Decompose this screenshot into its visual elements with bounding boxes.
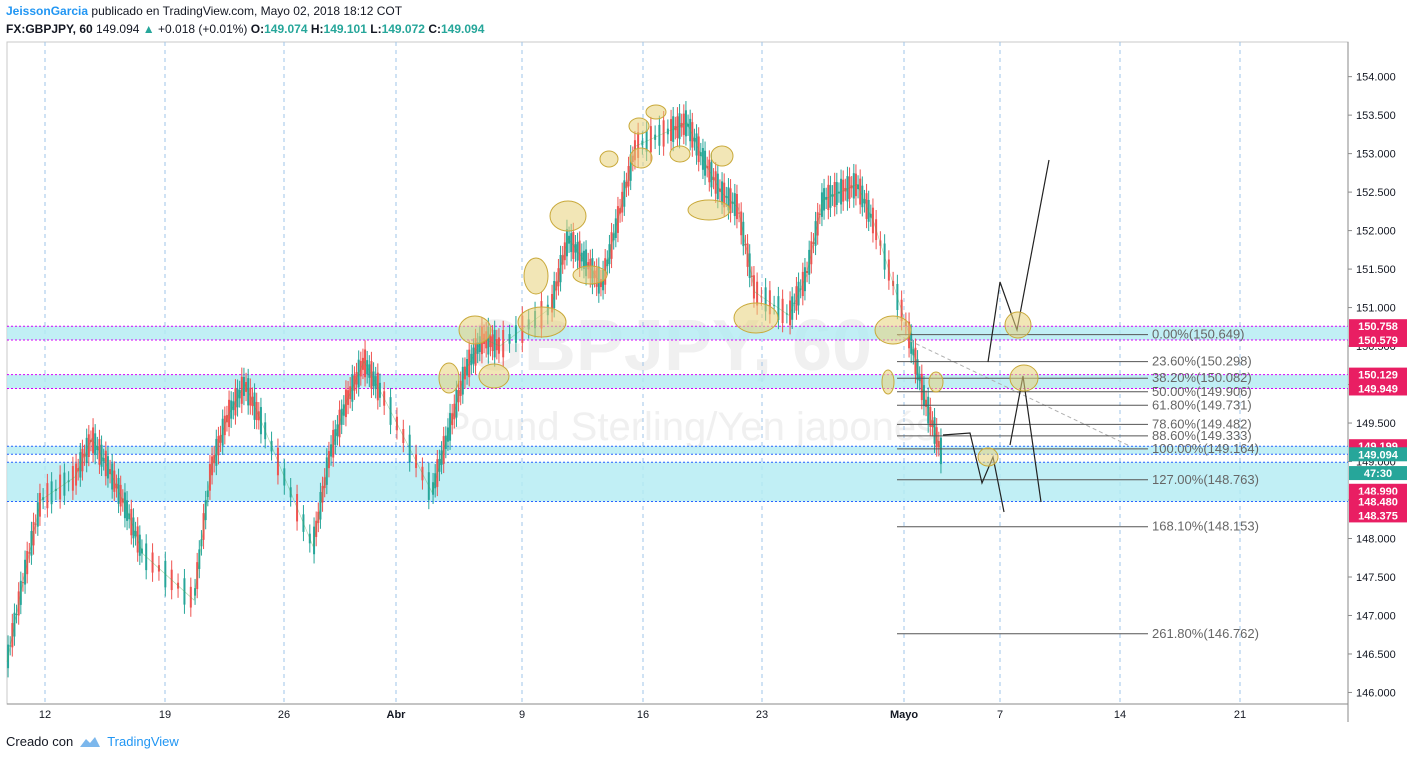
x-tick-label: 23: [756, 709, 768, 721]
watermark-name: Pound Sterling/Yen japonés: [444, 405, 936, 449]
price-tag-label: 150.579: [1358, 335, 1398, 347]
price-tag-label: 148.375: [1358, 510, 1398, 522]
y-tick-label: 148.000: [1356, 534, 1396, 546]
highlight-ellipse: [629, 147, 653, 169]
highlight-ellipse: [977, 447, 999, 467]
price-tag-label: 149.094: [1358, 449, 1399, 461]
highlight-ellipse: [523, 257, 549, 295]
highlight-ellipse: [669, 145, 691, 163]
y-tick-label: 153.000: [1356, 149, 1396, 161]
highlight-ellipse: [1004, 311, 1032, 339]
created-with-label: Creado con: [6, 734, 74, 749]
highlight-ellipse: [687, 199, 731, 221]
tradingview-logo-icon: [80, 736, 101, 747]
y-tick-label: 149.500: [1356, 418, 1396, 430]
support-resistance-zone: [7, 326, 1348, 340]
fib-level-label: 23.60%(150.298): [1152, 354, 1252, 369]
highlight-ellipse: [928, 371, 944, 393]
support-resistance-zone: [7, 446, 1348, 455]
highlight-ellipse: [881, 369, 895, 395]
x-tick-label: Mayo: [890, 709, 918, 721]
price-tag-label: 150.758: [1358, 321, 1398, 333]
highlight-ellipse: [628, 117, 650, 135]
fib-level-label: 261.80%(146.762): [1152, 626, 1259, 641]
x-tick-label: 26: [278, 709, 290, 721]
highlight-ellipse: [874, 315, 912, 345]
highlight-ellipse: [572, 265, 608, 285]
y-tick-label: 146.500: [1356, 649, 1396, 661]
x-tick-label: 21: [1234, 709, 1246, 721]
y-tick-label: 151.500: [1356, 264, 1396, 276]
x-tick-label: 9: [519, 709, 525, 721]
price-tag-label: 150.129: [1358, 370, 1398, 382]
y-tick-label: 147.000: [1356, 610, 1396, 622]
fib-level-label: 168.10%(148.153): [1152, 519, 1259, 534]
y-tick-label: 151.000: [1356, 303, 1396, 315]
support-resistance-zone: [7, 374, 1348, 389]
highlight-ellipse: [478, 363, 510, 389]
x-tick-label: 7: [997, 709, 1003, 721]
y-tick-label: 152.500: [1356, 187, 1396, 199]
highlight-ellipse: [733, 302, 779, 334]
x-tick-label: 19: [159, 709, 171, 721]
y-tick-label: 154.000: [1356, 72, 1396, 84]
price-chart[interactable]: GBPJPY, 60Pound Sterling/Yen japonés146.…: [0, 0, 1408, 759]
x-tick-label: 12: [39, 709, 51, 721]
y-tick-label: 146.000: [1356, 687, 1396, 699]
highlight-ellipse: [458, 315, 492, 345]
fib-level-label: 127.00%(148.763): [1152, 472, 1259, 487]
fib-level-label: 61.80%(149.731): [1152, 397, 1252, 412]
highlight-ellipse: [438, 362, 460, 394]
highlight-ellipse: [710, 145, 734, 167]
x-tick-label: 14: [1114, 709, 1126, 721]
y-tick-label: 147.500: [1356, 572, 1396, 584]
price-tag-label: 149.949: [1358, 383, 1398, 395]
highlight-ellipse: [1009, 364, 1039, 392]
price-tag-label: 47:30: [1364, 468, 1392, 480]
highlight-ellipse: [549, 200, 587, 232]
x-tick-label: 16: [637, 709, 649, 721]
highlight-ellipse: [645, 104, 667, 120]
footer: Creado con TradingView: [6, 734, 179, 749]
x-tick-label: Abr: [387, 709, 407, 721]
highlight-ellipse: [517, 306, 567, 338]
fib-level-label: 0.00%(150.649): [1152, 327, 1245, 342]
fib-level-label: 100.00%(149.164): [1152, 441, 1259, 456]
y-tick-label: 152.000: [1356, 226, 1396, 238]
tradingview-link[interactable]: TradingView: [107, 734, 179, 749]
highlight-ellipse: [599, 150, 619, 168]
y-tick-label: 153.500: [1356, 110, 1396, 122]
price-tag-label: 148.480: [1358, 497, 1398, 509]
